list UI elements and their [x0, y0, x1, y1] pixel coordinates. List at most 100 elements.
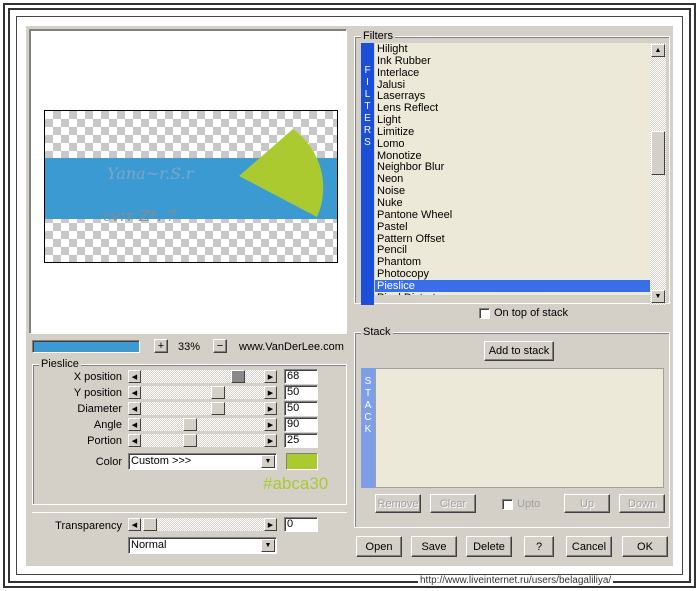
delete-button[interactable]: Delete	[466, 536, 512, 557]
slider-thumb[interactable]	[231, 370, 245, 383]
filter-item[interactable]: Noise	[375, 185, 650, 197]
stack-group-title: Stack	[361, 326, 393, 338]
filter-item[interactable]: Photocopy	[375, 268, 650, 280]
slider-right-arrow[interactable]: ▶	[264, 418, 277, 431]
slider-left-arrow[interactable]: ◀	[128, 434, 141, 447]
filter-item[interactable]: Nuke	[375, 197, 650, 209]
filters-group: Filters FILTERS Hilight Ink Rubber Interla…	[354, 30, 670, 305]
down-button[interactable]: Down	[619, 494, 665, 513]
filters-tab-letter: T	[364, 101, 371, 112]
remove-button[interactable]: Remove	[375, 494, 421, 513]
slider-value[interactable]: 25	[284, 433, 318, 448]
color-label: Color	[95, 456, 122, 468]
transparency-thumb[interactable]	[143, 518, 157, 531]
filter-item[interactable]: Interlace	[375, 67, 650, 79]
stack-tab-letter: S	[364, 376, 372, 387]
transparency-right-arrow[interactable]: ▶	[264, 518, 277, 531]
ok-button[interactable]: OK	[622, 536, 668, 557]
help-button[interactable]: ?	[524, 536, 554, 557]
slider-label: Angle	[93, 419, 122, 431]
filter-item[interactable]: Pencil	[375, 244, 650, 256]
slider-right-arrow[interactable]: ▶	[264, 402, 277, 415]
filter-item[interactable]: Lomo	[375, 138, 650, 150]
filter-dialog: Yana~r.S.r cvrr Z*. 7 + 33% − www.VanDer…	[26, 26, 673, 566]
stack-tab-letter: T	[364, 388, 372, 399]
progress-bar	[32, 340, 140, 353]
slider-thumb[interactable]	[211, 402, 225, 415]
stack-tab-letter: K	[364, 424, 372, 435]
zoom-out-button[interactable]: −	[213, 339, 227, 353]
filter-item[interactable]: Hilight	[375, 43, 650, 55]
slider-value[interactable]: 68	[284, 369, 318, 384]
filter-item[interactable]: Pieslice	[375, 279, 650, 292]
color-swatch[interactable]	[286, 453, 318, 470]
zoom-level: 33%	[178, 341, 201, 353]
filter-item[interactable]: Ink Rubber	[375, 55, 650, 67]
transparency-value[interactable]: 0	[284, 517, 318, 532]
filter-item[interactable]: Lens Reflect	[375, 102, 650, 114]
scroll-down-arrow[interactable]: ▼	[651, 290, 665, 303]
stack-tab[interactable]: STACK	[361, 368, 375, 488]
up-button[interactable]: Up	[564, 494, 610, 513]
watermark-url: http://www.liveinternet.ru/users/belagal…	[418, 575, 614, 586]
filters-list[interactable]: Hilight Ink Rubber Interlace Jalusi Laserray…	[375, 43, 650, 295]
slider-thumb[interactable]	[183, 434, 197, 447]
filter-item[interactable]: Neighbor Blur	[375, 161, 650, 174]
chevron-down-icon[interactable]: ▼	[261, 539, 275, 552]
slider-track[interactable]	[141, 402, 264, 415]
filters-tab[interactable]: FILTERS	[361, 43, 374, 305]
filter-item[interactable]: Phantom	[375, 256, 650, 268]
slider-thumb[interactable]	[211, 386, 225, 399]
chevron-down-icon[interactable]: ▼	[261, 455, 275, 468]
slider-thumb[interactable]	[183, 418, 197, 431]
slider-left-arrow[interactable]: ◀	[128, 402, 141, 415]
on-top-checkbox[interactable]	[479, 308, 490, 319]
slider-value[interactable]: 50	[284, 385, 318, 400]
filter-item[interactable]: Pantone Wheel	[375, 209, 650, 221]
blend-mode-select[interactable]: Normal ▼	[128, 537, 277, 554]
color-select[interactable]: Custom >>> ▼	[128, 453, 277, 470]
slider-right-arrow[interactable]: ▶	[264, 370, 277, 383]
slider-left-arrow[interactable]: ◀	[128, 386, 141, 399]
filter-item[interactable]: Jalusi	[375, 79, 650, 91]
slider-value[interactable]: 90	[284, 417, 318, 432]
upto-label: Upto	[517, 498, 541, 510]
clear-button[interactable]: Clear	[430, 494, 476, 513]
slider-track[interactable]	[141, 386, 264, 399]
filter-item[interactable]: Neon	[375, 173, 650, 185]
save-button[interactable]: Save	[411, 536, 457, 557]
slider-right-arrow[interactable]: ▶	[264, 386, 277, 399]
slider-track[interactable]	[141, 434, 264, 447]
filter-item[interactable]: Limitize	[375, 126, 650, 138]
filters-tab-letter: F	[364, 65, 371, 76]
transparency-track[interactable]	[141, 518, 264, 531]
slider-track[interactable]	[141, 418, 264, 431]
filter-item[interactable]: Light	[375, 114, 650, 126]
upto-checkbox[interactable]	[502, 499, 513, 510]
open-button[interactable]: Open	[356, 536, 402, 557]
divider	[32, 512, 347, 513]
cancel-button[interactable]: Cancel	[566, 536, 612, 557]
slider-left-arrow[interactable]: ◀	[128, 370, 141, 383]
scroll-thumb[interactable]	[651, 131, 665, 175]
filter-item[interactable]: Pastel	[375, 221, 650, 233]
blend-mode-value: Normal	[131, 539, 167, 551]
preview-panel: Yana~r.S.r cvrr Z*. 7	[29, 29, 347, 334]
filter-item[interactable]: Laserrays	[375, 90, 650, 102]
zoom-in-button[interactable]: +	[154, 339, 168, 353]
slider-track[interactable]	[141, 370, 264, 383]
stack-tab-letter: C	[364, 412, 372, 423]
vanderlee-link[interactable]: www.VanDerLee.com	[239, 341, 344, 353]
slider-value[interactable]: 50	[284, 401, 318, 416]
filter-item[interactable]: Monotize	[375, 150, 650, 162]
filters-scrollbar[interactable]: ▲ ▼	[650, 43, 666, 305]
filter-item[interactable]: Pixel Distort	[375, 292, 650, 295]
slider-right-arrow[interactable]: ▶	[264, 434, 277, 447]
stack-list[interactable]	[375, 368, 664, 488]
transparency-left-arrow[interactable]: ◀	[128, 518, 141, 531]
filter-item[interactable]: Pattern Offset	[375, 233, 650, 245]
pie-slice-shape	[239, 129, 324, 217]
scroll-up-arrow[interactable]: ▲	[651, 44, 665, 57]
slider-left-arrow[interactable]: ◀	[128, 418, 141, 431]
add-to-stack-button[interactable]: Add to stack	[484, 341, 554, 361]
